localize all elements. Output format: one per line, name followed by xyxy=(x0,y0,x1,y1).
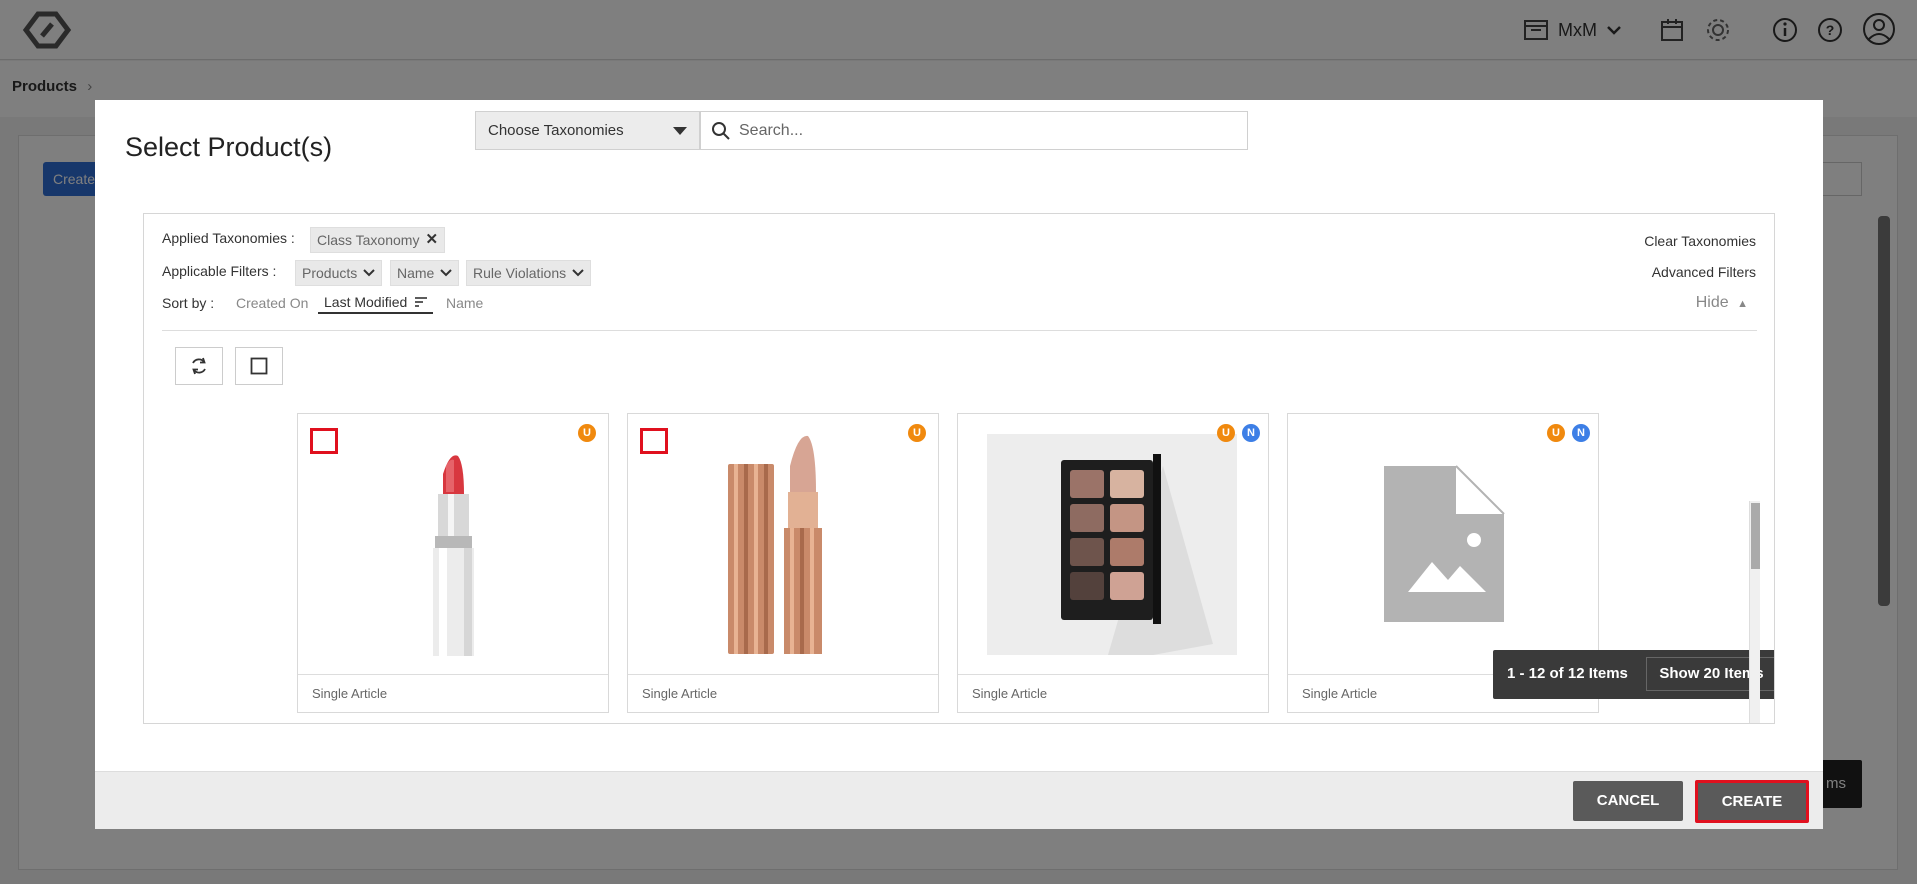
sort-created-on[interactable]: Created On xyxy=(236,295,308,311)
chevron-down-icon xyxy=(572,269,584,277)
checkbox-icon xyxy=(250,357,268,375)
product-checkbox[interactable] xyxy=(640,428,668,454)
divider xyxy=(162,330,1757,331)
taxonomy-chip-label: Class Taxonomy xyxy=(317,232,420,248)
product-browser: Applied Taxonomies : Class Taxonomy ✕ Ap… xyxy=(143,213,1775,724)
refresh-button[interactable] xyxy=(175,347,223,385)
placeholder-image-icon xyxy=(1384,465,1505,622)
sort-by-label: Sort by : xyxy=(162,295,215,311)
badge-n: N xyxy=(1242,424,1260,442)
nude-lipstick-icon xyxy=(728,435,822,654)
sort-descending-icon xyxy=(415,297,428,307)
filter-products[interactable]: Products xyxy=(295,260,383,286)
close-icon[interactable]: ✕ xyxy=(425,228,438,252)
product-image xyxy=(628,414,938,674)
search-icon xyxy=(712,122,730,140)
taxonomy-chip[interactable]: Class Taxonomy ✕ xyxy=(310,227,446,253)
chevron-down-icon xyxy=(363,269,375,277)
select-all-button[interactable] xyxy=(235,347,283,385)
badge-u: U xyxy=(1217,424,1235,442)
select-products-modal: Select Product(s) Choose Taxonomies Appl… xyxy=(95,100,1823,829)
sort-last-modified[interactable]: Last Modified xyxy=(318,294,434,314)
taxonomy-select-label: Choose Taxonomies xyxy=(488,122,624,139)
badge-n: N xyxy=(1572,424,1590,442)
product-image xyxy=(958,414,1268,674)
product-checkbox[interactable] xyxy=(310,428,338,454)
hide-label: Hide xyxy=(1695,294,1729,311)
search-input[interactable] xyxy=(739,116,1239,146)
filter-rule-violations-label: Rule Violations xyxy=(473,265,567,281)
applied-taxonomies-label: Applied Taxonomies : xyxy=(162,230,295,246)
sort-last-modified-label: Last Modified xyxy=(324,294,408,310)
product-card[interactable]: U Single Article xyxy=(627,413,939,713)
chevron-down-icon xyxy=(440,269,453,277)
applicable-filters-label: Applicable Filters : xyxy=(162,263,277,279)
filter-name-label: Name xyxy=(397,265,435,281)
filter-products-label: Products xyxy=(302,265,358,281)
product-image xyxy=(298,414,608,674)
card-scrollbar[interactable] xyxy=(1749,501,1760,723)
badge-u: U xyxy=(578,424,596,442)
clear-taxonomies-link[interactable]: Clear Taxonomies xyxy=(1644,233,1756,249)
filter-rule-violations[interactable]: Rule Violations xyxy=(466,260,592,286)
create-button[interactable]: CREATE xyxy=(1695,780,1809,823)
cancel-button[interactable]: CANCEL xyxy=(1573,781,1683,821)
advanced-filters-link[interactable]: Advanced Filters xyxy=(1652,264,1756,280)
taxonomy-select[interactable]: Choose Taxonomies xyxy=(475,111,700,150)
card-footer: Single Article xyxy=(958,674,1268,714)
red-lipstick-icon xyxy=(433,455,474,656)
filter-name[interactable]: Name xyxy=(390,260,460,286)
modal-title: Select Product(s) xyxy=(125,132,333,162)
product-card[interactable]: U N Single Article xyxy=(957,413,1269,713)
badge-u: U xyxy=(1547,424,1565,442)
modal-footer: CANCEL CREATE xyxy=(95,771,1823,829)
scrollbar-thumb[interactable] xyxy=(1751,503,1760,569)
card-footer: Single Article xyxy=(628,674,938,714)
badge-u: U xyxy=(908,424,926,442)
search-box[interactable] xyxy=(700,111,1248,150)
card-footer: Single Article xyxy=(298,674,608,714)
eyeshadow-palette-icon xyxy=(987,434,1237,655)
pagination-bar: 1 - 12 of 12 Items Show 20 Items xyxy=(1493,650,1774,699)
refresh-icon xyxy=(192,357,206,375)
sort-name[interactable]: Name xyxy=(446,295,483,311)
product-card[interactable]: U Single Article xyxy=(297,413,609,713)
triangle-up-icon: ▲ xyxy=(1737,298,1748,310)
caret-down-icon xyxy=(673,127,687,135)
hide-toggle[interactable]: Hide ▲ xyxy=(1696,294,1748,312)
pagination-count: 1 - 12 of 12 Items xyxy=(1507,665,1628,682)
product-image xyxy=(1288,414,1598,674)
